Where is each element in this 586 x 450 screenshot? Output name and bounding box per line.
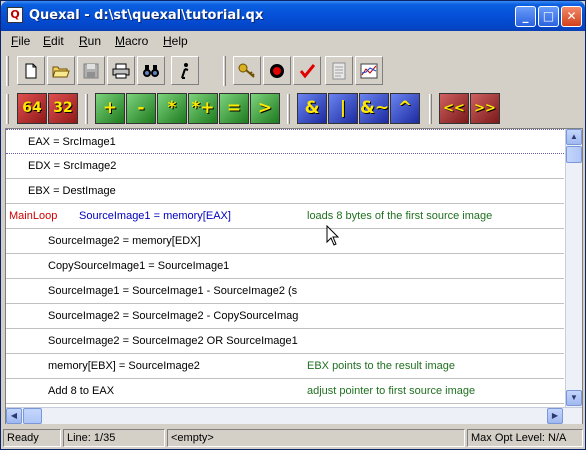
add-op-button[interactable]: + (95, 93, 125, 124)
menu-macro[interactable]: Macro (115, 34, 148, 48)
close-button[interactable]: ✕ (561, 6, 582, 27)
code-line[interactable]: EDX = SrcImage2 (6, 154, 564, 179)
line-code: SourceImage2 = SourceImage2 - CopySource… (48, 310, 299, 322)
record-icon[interactable] (263, 56, 291, 85)
line-code: memory[EBX] = SourceImage2 (48, 360, 200, 372)
shift-right-op-button[interactable]: >> (470, 93, 500, 124)
scroll-right-arrow-icon[interactable]: ▶ (547, 408, 563, 424)
toolbar-grip[interactable] (429, 94, 432, 124)
find-binoculars-icon[interactable] (137, 56, 165, 85)
instruction-toolbar: 64 32 + - * *+ = > & | &~ ^ << >> (1, 90, 585, 128)
line-code: SourceImage1 = memory[EAX] (79, 210, 231, 222)
key-icon[interactable] (233, 56, 261, 85)
code-line[interactable]: SourceImage2 = SourceImage2 OR SourceIma… (6, 329, 564, 354)
main-toolbar (1, 52, 585, 90)
code-line[interactable]: SourceImage2 = memory[EDX] (6, 229, 564, 254)
check-icon[interactable] (293, 56, 321, 85)
line-label: MainLoop (9, 210, 58, 222)
toolbar-grip[interactable] (6, 56, 9, 86)
status-info: <empty> (167, 429, 465, 447)
save-disk-icon[interactable] (77, 56, 105, 85)
menu-bar: File Edit Run Macro Help (1, 31, 585, 51)
open-folder-icon[interactable] (47, 56, 75, 85)
line-code: SourceImage2 = memory[EDX] (48, 235, 201, 247)
scroll-down-arrow-icon[interactable]: ▼ (566, 390, 582, 406)
graph-icon[interactable] (355, 56, 383, 85)
toolbar-grip[interactable] (287, 94, 290, 124)
line-code: CopySourceImage1 = SourceImage1 (48, 260, 230, 272)
menu-run[interactable]: Run (79, 34, 101, 48)
or-op-button[interactable]: | (328, 93, 358, 124)
title-bar[interactable]: Q Quexal - d:\st\quexal\tutorial.qx _ □ … (1, 1, 585, 31)
line-code: Add 8 to EAX (48, 385, 115, 397)
code-line[interactable]: SourceImage2 = SourceImage2 - CopySource… (6, 304, 564, 329)
code-line[interactable]: memory[EBX] = SourceImage2 EBX points to… (6, 354, 564, 379)
multiply-op-button[interactable]: * (157, 93, 187, 124)
new-file-icon[interactable] (17, 56, 45, 85)
code-line[interactable]: SourceImage1 = SourceImage1 - SourceImag… (6, 279, 564, 304)
line-comment: adjust pointer to first source image (307, 385, 476, 397)
code-line[interactable]: EBX = DestImage (6, 179, 564, 204)
scroll-up-arrow-icon[interactable]: ▲ (566, 129, 582, 145)
window-title: Quexal - d:\st\quexal\tutorial.qx (29, 8, 264, 23)
minimize-button[interactable]: _ (515, 6, 536, 27)
line-comment: loads 8 bytes of the first source image (307, 210, 493, 222)
toolbar-grip[interactable] (85, 94, 88, 124)
status-line: Line: 1/35 (63, 429, 165, 447)
scroll-left-arrow-icon[interactable]: ◀ (6, 408, 22, 424)
app-window: Q Quexal - d:\st\quexal\tutorial.qx _ □ … (0, 0, 586, 450)
code-line[interactable]: EAX = SrcImage1 (6, 129, 564, 154)
app-icon[interactable]: Q (7, 7, 23, 23)
shift-left-op-button[interactable]: << (439, 93, 469, 124)
toolbar-grip[interactable] (6, 94, 9, 124)
line-code: SourceImage1 = SourceImage1 - SourceImag… (48, 285, 298, 297)
horizontal-scrollbar[interactable]: ◀ ▶ (6, 407, 582, 424)
mouse-pointer-icon (326, 225, 340, 246)
code-line[interactable]: CopySourceImage1 = SourceImage1 (6, 254, 564, 279)
code-line[interactable]: Add 8 to EAX adjust pointer to first sou… (6, 379, 564, 404)
xor-op-button[interactable]: ^ (390, 93, 420, 124)
mode-32-button[interactable]: 32 (48, 93, 78, 124)
horizontal-scroll-thumb[interactable] (23, 408, 42, 424)
menu-edit[interactable]: Edit (43, 34, 64, 48)
code-editor[interactable]: EAX = SrcImage1 EDX = SrcImage2 EBX = De… (5, 128, 583, 424)
document-gray-icon[interactable] (325, 56, 353, 85)
line-code: EDX = SrcImage2 (28, 160, 117, 172)
vertical-scroll-thumb[interactable] (566, 146, 582, 163)
menu-file[interactable]: File (11, 34, 30, 48)
editor-lines: EAX = SrcImage1 EDX = SrcImage2 EBX = De… (6, 129, 564, 407)
info-icon[interactable] (171, 56, 199, 85)
code-line[interactable]: MainLoop SourceImage1 = memory[EAX] load… (6, 204, 564, 229)
mode-64-button[interactable]: 64 (17, 93, 47, 124)
andnot-op-button[interactable]: &~ (359, 93, 389, 124)
menu-help[interactable]: Help (163, 34, 188, 48)
vertical-scrollbar[interactable]: ▲ ▼ (565, 129, 582, 407)
maximize-button[interactable]: □ (538, 6, 559, 27)
toolbar-grip[interactable] (223, 56, 226, 86)
status-opt-level: Max Opt Level: N/A (467, 429, 583, 447)
multiply-add-op-button[interactable]: *+ (188, 93, 218, 124)
line-code: EBX = DestImage (28, 185, 116, 197)
compare-greater-op-button[interactable]: > (250, 93, 280, 124)
subtract-op-button[interactable]: - (126, 93, 156, 124)
line-code: EAX = SrcImage1 (28, 136, 116, 148)
status-state: Ready (3, 429, 61, 447)
compare-equal-op-button[interactable]: = (219, 93, 249, 124)
line-code: SourceImage2 = SourceImage2 OR SourceIma… (48, 335, 298, 347)
print-icon[interactable] (107, 56, 135, 85)
and-op-button[interactable]: & (297, 93, 327, 124)
line-comment: EBX points to the result image (307, 360, 455, 372)
status-bar: Ready Line: 1/35 <empty> Max Opt Level: … (1, 427, 585, 449)
